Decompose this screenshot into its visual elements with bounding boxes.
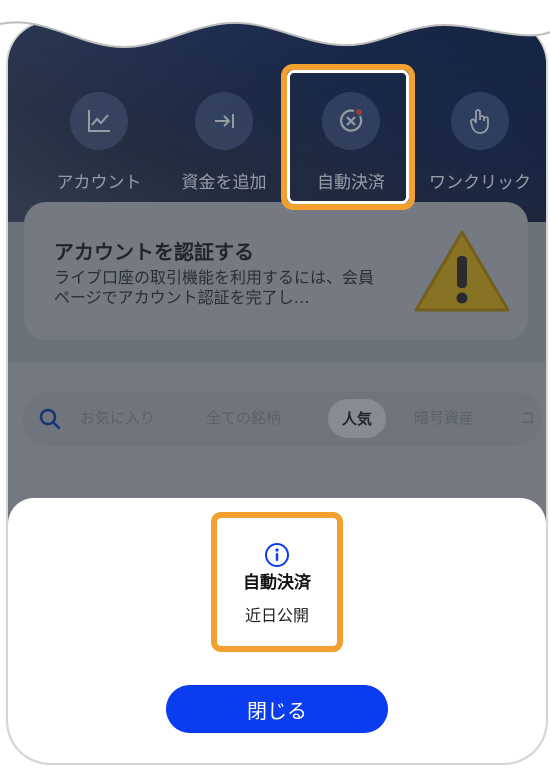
torn-edge-decoration	[0, 0, 550, 48]
close-button[interactable]: 閉じる	[166, 685, 388, 733]
popup-title: 自動決済	[243, 573, 311, 593]
phone-frame: アカウントを認証する ライブ口座の取引機能を利用するには、会員ページでアカウント…	[6, 20, 548, 765]
coming-soon-sheet: 自動決済 近日公開 閉じる	[8, 498, 546, 763]
popup-text: 近日公開	[244, 606, 309, 625]
auto-settle-highlight	[281, 64, 415, 210]
info-icon	[265, 543, 289, 567]
